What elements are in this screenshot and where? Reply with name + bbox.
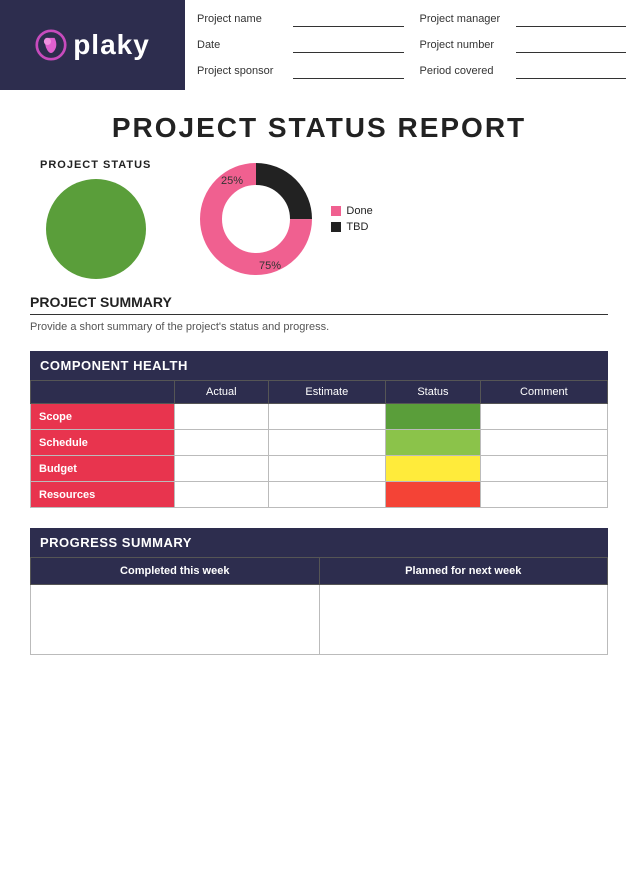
progress-summary-section: PROGRESS SUMMARY Completed this week Pla… xyxy=(0,528,638,655)
legend-dot-tbd xyxy=(331,222,341,232)
field-date: Date xyxy=(197,34,404,56)
svg-text:75%: 75% xyxy=(259,260,281,272)
row-label-scope: Scope xyxy=(31,404,175,430)
status-left: PROJECT STATUS xyxy=(40,159,151,279)
schedule-actual[interactable] xyxy=(175,430,269,456)
status-section: PROJECT STATUS 25% 75% Done TBD xyxy=(0,154,638,284)
field-project-sponsor: Project sponsor xyxy=(197,60,404,82)
field-line-project-name[interactable] xyxy=(293,11,404,27)
component-health-title: COMPONENT HEALTH xyxy=(30,351,608,380)
budget-comment[interactable] xyxy=(480,456,607,482)
col-header-comment: Comment xyxy=(480,381,607,404)
row-label-budget: Budget xyxy=(31,456,175,482)
col-completed-this-week: Completed this week xyxy=(31,558,320,585)
logo-area: plaky xyxy=(0,0,185,90)
component-health-section: COMPONENT HEALTH Actual Estimate Status … xyxy=(0,351,638,508)
budget-actual[interactable] xyxy=(175,456,269,482)
table-row: Schedule xyxy=(31,430,608,456)
component-health-table: Actual Estimate Status Comment Scope Sch… xyxy=(30,380,608,508)
resources-comment[interactable] xyxy=(480,482,607,508)
project-summary-title: PROJECT SUMMARY xyxy=(30,294,608,315)
status-label: PROJECT STATUS xyxy=(40,159,151,171)
plaky-logo-icon xyxy=(35,29,67,61)
col-header-actual: Actual xyxy=(175,381,269,404)
table-row: Resources xyxy=(31,482,608,508)
schedule-comment[interactable] xyxy=(480,430,607,456)
resources-actual[interactable] xyxy=(175,482,269,508)
table-row: Budget xyxy=(31,456,608,482)
progress-header-row: Completed this week Planned for next wee… xyxy=(31,558,608,585)
scope-actual[interactable] xyxy=(175,404,269,430)
planned-next-week-cell[interactable] xyxy=(319,585,608,655)
field-line-date[interactable] xyxy=(293,37,404,53)
field-line-project-manager[interactable] xyxy=(516,11,627,27)
scope-estimate[interactable] xyxy=(268,404,386,430)
field-period-covered: Period covered xyxy=(420,60,627,82)
scope-comment[interactable] xyxy=(480,404,607,430)
table-row: Scope xyxy=(31,404,608,430)
component-health-header-row: Actual Estimate Status Comment xyxy=(31,381,608,404)
field-line-project-sponsor[interactable] xyxy=(293,63,404,79)
budget-estimate[interactable] xyxy=(268,456,386,482)
field-label-date: Date xyxy=(197,39,287,51)
field-line-period-covered[interactable] xyxy=(516,63,627,79)
col-header-status: Status xyxy=(386,381,481,404)
legend-tbd: TBD xyxy=(331,221,372,233)
legend-done: Done xyxy=(331,205,372,217)
legend-dot-done xyxy=(331,206,341,216)
row-label-resources: Resources xyxy=(31,482,175,508)
field-label-project-number: Project number xyxy=(420,39,510,51)
field-project-manager: Project manager xyxy=(420,8,627,30)
schedule-status xyxy=(386,430,481,456)
project-summary-text: Provide a short summary of the project's… xyxy=(30,321,608,333)
green-circle-status xyxy=(46,179,146,279)
progress-summary-table: Completed this week Planned for next wee… xyxy=(30,557,608,655)
scope-status xyxy=(386,404,481,430)
legend-label-done: Done xyxy=(346,205,372,217)
field-line-project-number[interactable] xyxy=(516,37,627,53)
donut-with-legend: 25% 75% Done TBD xyxy=(191,154,372,284)
field-label-project-name: Project name xyxy=(197,13,287,25)
resources-status xyxy=(386,482,481,508)
field-project-name: Project name xyxy=(197,8,404,30)
donut-legend: Done TBD xyxy=(331,205,372,233)
resources-estimate[interactable] xyxy=(268,482,386,508)
row-label-schedule: Schedule xyxy=(31,430,175,456)
field-label-project-manager: Project manager xyxy=(420,13,510,25)
svg-text:25%: 25% xyxy=(221,175,243,187)
field-label-period-covered: Period covered xyxy=(420,65,510,77)
header: plaky Project name Project manager Date … xyxy=(0,0,638,90)
col-header-empty xyxy=(31,381,175,404)
completed-this-week-cell[interactable] xyxy=(31,585,320,655)
project-summary-section: PROJECT SUMMARY Provide a short summary … xyxy=(0,294,638,333)
progress-summary-title: PROGRESS SUMMARY xyxy=(30,528,608,557)
legend-label-tbd: TBD xyxy=(346,221,368,233)
col-planned-next-week: Planned for next week xyxy=(319,558,608,585)
budget-status xyxy=(386,456,481,482)
logo-text: plaky xyxy=(73,29,150,61)
field-project-number: Project number xyxy=(420,34,627,56)
header-fields: Project name Project manager Date Projec… xyxy=(185,0,638,90)
donut-chart: 25% 75% xyxy=(191,154,321,284)
progress-data-row xyxy=(31,585,608,655)
col-header-estimate: Estimate xyxy=(268,381,386,404)
field-label-project-sponsor: Project sponsor xyxy=(197,65,287,77)
schedule-estimate[interactable] xyxy=(268,430,386,456)
page-title: PROJECT STATUS REPORT xyxy=(0,112,638,144)
